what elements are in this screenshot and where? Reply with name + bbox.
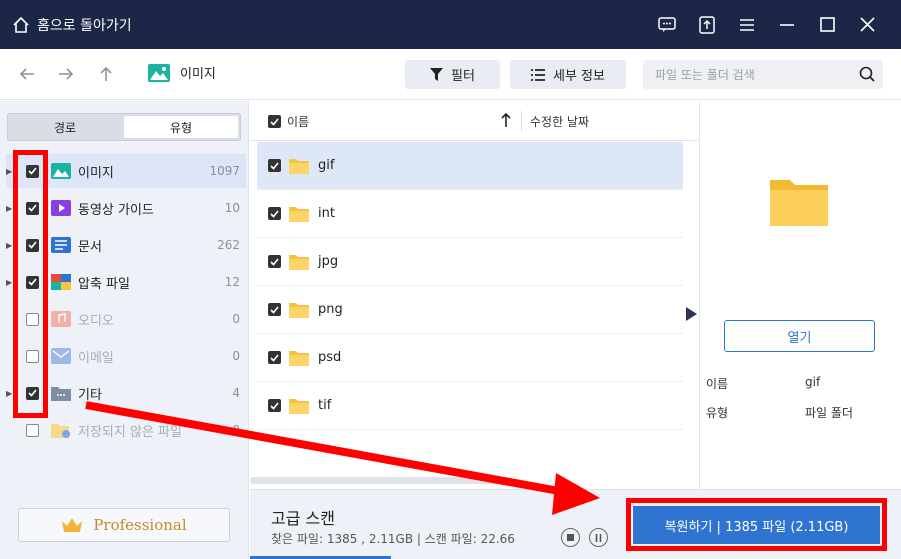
annotation-arrow	[85, 401, 600, 515]
